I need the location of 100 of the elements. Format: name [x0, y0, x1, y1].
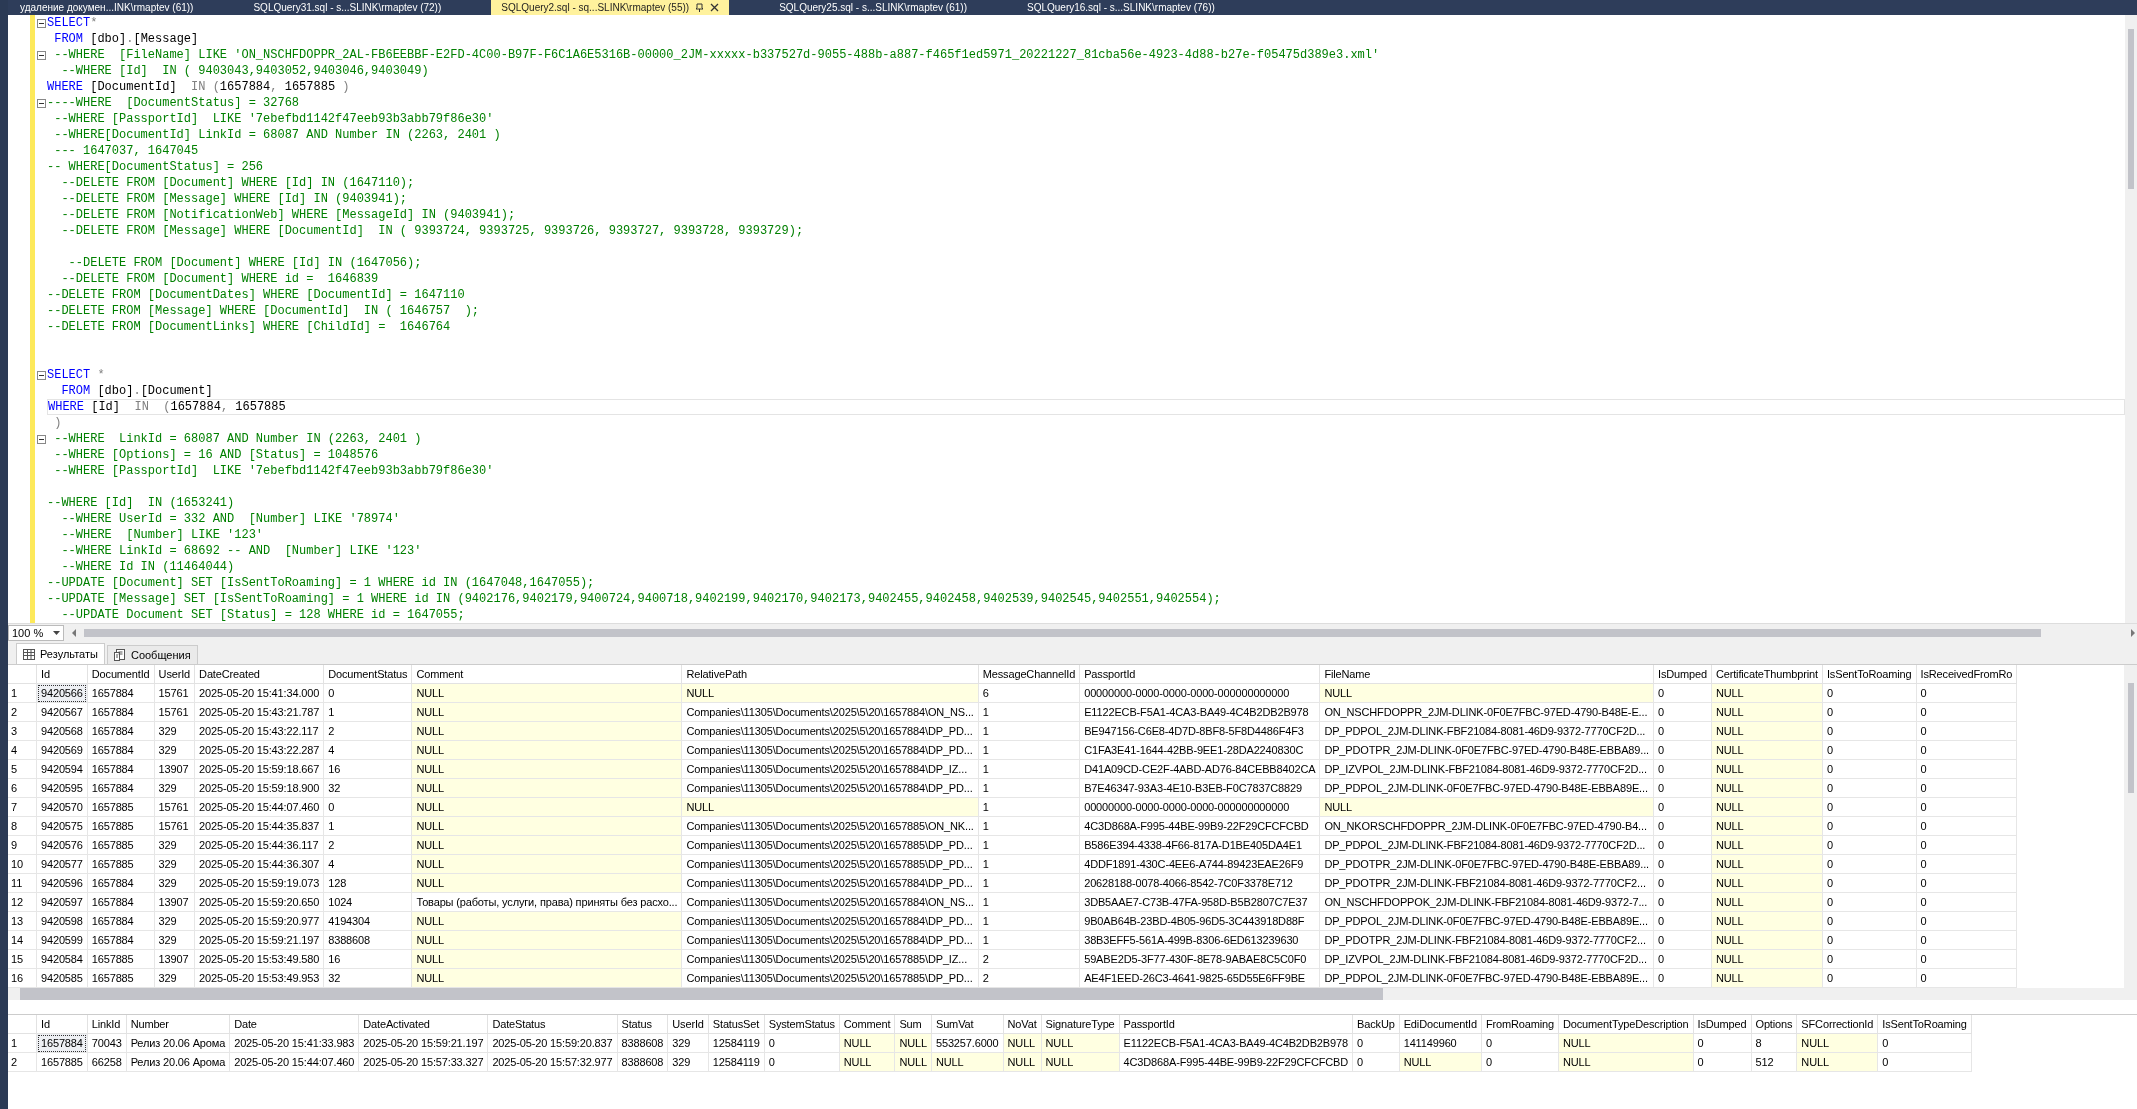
column-header[interactable]: Sum: [894, 1015, 932, 1034]
table-cell: 329: [154, 778, 195, 798]
column-header[interactable]: UserId: [667, 1015, 709, 1034]
column-header[interactable]: SumVat: [931, 1015, 1004, 1034]
row-number[interactable]: 3: [8, 721, 37, 741]
horizontal-scrollbar[interactable]: [8, 988, 2137, 1000]
row-number[interactable]: 13: [8, 911, 37, 931]
collapse-icon[interactable]: [36, 50, 46, 60]
table-cell: 1657884: [87, 759, 155, 779]
column-header[interactable]: Id: [36, 1015, 88, 1034]
column-header[interactable]: LinkId: [87, 1015, 127, 1034]
table-cell: 9420599: [36, 930, 88, 950]
results-tab[interactable]: Результаты: [16, 643, 105, 664]
row-number[interactable]: 11: [8, 873, 37, 893]
row-number[interactable]: 2: [8, 702, 37, 722]
scroll-right-icon[interactable]: [2129, 628, 2137, 638]
code-line: SELECT *: [47, 367, 106, 383]
column-header[interactable]: Options: [1751, 1015, 1797, 1034]
collapse-icon[interactable]: [36, 370, 46, 380]
row-number[interactable]: 9: [8, 835, 37, 855]
row-number[interactable]: 7: [8, 797, 37, 817]
document-tab[interactable]: удаление докумен...INK\rmaptev (61)): [10, 0, 204, 15]
column-header[interactable]: SystemStatus: [764, 1015, 840, 1034]
column-header[interactable]: RelativePath: [681, 665, 979, 684]
table-cell: 1657884: [87, 740, 155, 760]
table-cell: Companies\11305\Documents\2025\5\20\1657884\DP_PD...: [681, 721, 979, 741]
table-cell: 0: [1653, 797, 1712, 817]
column-header[interactable]: FromRoaming: [1481, 1015, 1559, 1034]
row-number[interactable]: 1: [8, 683, 37, 703]
row-number[interactable]: 6: [8, 778, 37, 798]
close-icon[interactable]: [710, 3, 720, 12]
column-header[interactable]: IsSentToRoaming: [1877, 1015, 1972, 1034]
column-header[interactable]: Status: [617, 1015, 668, 1034]
document-tab[interactable]: SQLQuery25.sql - s...SLINK\rmaptev (61)): [769, 0, 977, 15]
column-header[interactable]: Comment: [839, 1015, 895, 1034]
document-tab[interactable]: SQLQuery31.sql - s...SLINK\rmaptev (72)): [243, 0, 452, 15]
column-header[interactable]: UserId: [154, 665, 195, 684]
pin-icon[interactable]: [695, 3, 705, 12]
column-header[interactable]: DateCreated: [194, 665, 324, 684]
table-cell: 141149960: [1399, 1033, 1482, 1053]
column-header[interactable]: SFCorrectionId: [1796, 1015, 1878, 1034]
column-header[interactable]: IsReceivedFromRo: [1916, 665, 2017, 684]
column-header[interactable]: DateActivated: [358, 1015, 488, 1034]
column-header[interactable]: FileName: [1319, 665, 1654, 684]
collapse-icon[interactable]: [36, 18, 46, 28]
row-number[interactable]: 12: [8, 892, 37, 912]
row-number[interactable]: 1: [8, 1033, 37, 1053]
row-number[interactable]: 10: [8, 854, 37, 874]
table-cell: 2025-05-20 15:44:36.117: [194, 835, 324, 855]
vertical-scrollbar[interactable]: [2125, 15, 2137, 623]
column-header[interactable]: DocumentId: [87, 665, 155, 684]
column-header[interactable]: SignatureType: [1041, 1015, 1120, 1034]
row-number[interactable]: 16: [8, 968, 37, 988]
column-header[interactable]: Comment: [411, 665, 682, 684]
document-tab[interactable]: SQLQuery2.sql - sq...SLINK\rmaptev (55)): [491, 0, 730, 15]
table-cell: C1FA3E41-1644-42BB-9EE1-28DA2240830C: [1079, 740, 1320, 760]
code-line: --WHERE LinkId = 68087 AND Number IN (2263, 2401 ): [53, 431, 423, 447]
column-header[interactable]: NoVat: [1003, 1015, 1042, 1034]
column-header[interactable]: StatusSet: [708, 1015, 765, 1034]
column-header[interactable]: Date: [229, 1015, 359, 1034]
vertical-scrollbar[interactable]: [2124, 665, 2137, 988]
column-header[interactable]: PassportId: [1119, 1015, 1353, 1034]
column-header[interactable]: IsSentToRoaming: [1822, 665, 1917, 684]
column-header[interactable]: IsDumped: [1653, 665, 1712, 684]
table-cell: 329: [154, 854, 195, 874]
row-number[interactable]: 14: [8, 930, 37, 950]
document-icon: [113, 649, 126, 661]
table-cell: 4C3D868A-F995-44BE-99B9-22F29CFCFCBD: [1079, 816, 1320, 836]
column-header[interactable]: Number: [126, 1015, 230, 1034]
column-header[interactable]: DocumentStatus: [323, 665, 412, 684]
table-cell: 0: [1693, 1052, 1751, 1072]
code-line: --DELETE FROM [Message] WHERE [DocumentId] IN ( 1646757 );: [47, 303, 481, 319]
row-number[interactable]: 8: [8, 816, 37, 836]
table-cell: 2025-05-20 15:59:20.837: [487, 1033, 617, 1053]
column-header[interactable]: EdiDocumentId: [1399, 1015, 1482, 1034]
table-cell: ON_NSCHFDOPPOK_2JM-DLINK-FBF21084-8081-46D9-9372-7...: [1319, 892, 1654, 912]
document-tab[interactable]: SQLQuery16.sql - s...SLINK\rmaptev (76)): [1016, 0, 1225, 15]
column-header[interactable]: BackUp: [1352, 1015, 1400, 1034]
column-header[interactable]: DocumentTypeDescription: [1558, 1015, 1694, 1034]
column-header[interactable]: DateStatus: [487, 1015, 617, 1034]
scroll-left-icon[interactable]: [70, 628, 79, 638]
column-header[interactable]: CertificateThumbprint: [1711, 665, 1823, 684]
column-header[interactable]: PassportId: [1079, 665, 1320, 684]
row-number[interactable]: 4: [8, 740, 37, 760]
row-number[interactable]: 2: [8, 1052, 37, 1072]
table-cell: 512: [1751, 1052, 1797, 1072]
column-header[interactable]: MessageChannelId: [978, 665, 1080, 684]
row-number[interactable]: 15: [8, 949, 37, 969]
code-line: --WHERE [Number] LIKE '123': [60, 527, 265, 543]
table-cell: 2025-05-20 15:41:34.000: [194, 683, 324, 703]
table-cell: 13907: [154, 949, 195, 969]
collapse-icon[interactable]: [36, 434, 46, 444]
code-line: --DELETE FROM [Document] WHERE [Id] IN (1647056);: [67, 255, 423, 271]
row-number[interactable]: 5: [8, 759, 37, 779]
collapse-icon[interactable]: [36, 98, 46, 108]
column-header[interactable]: Id: [36, 665, 88, 684]
table-cell: Companies\11305\Documents\2025\5\20\1657884\DP_PD...: [681, 873, 979, 893]
results-tab[interactable]: Сообщения: [106, 645, 198, 664]
zoom-dropdown[interactable]: 100 %: [8, 625, 65, 641]
column-header[interactable]: IsDumped: [1693, 1015, 1751, 1034]
